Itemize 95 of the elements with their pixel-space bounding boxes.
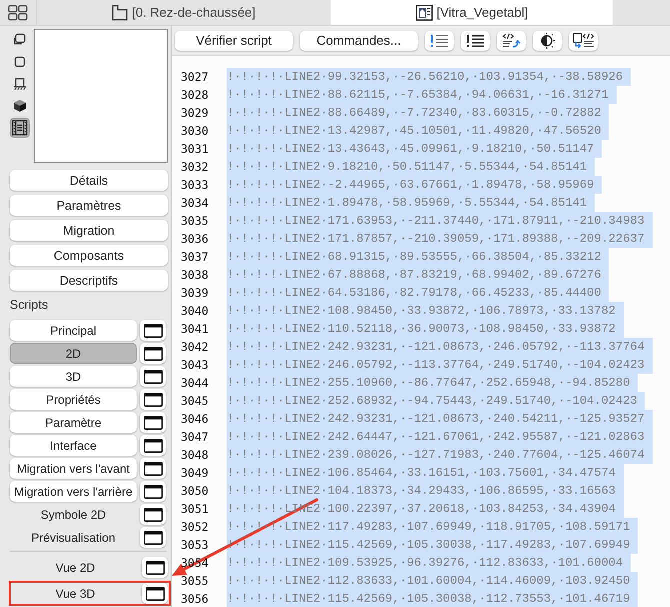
window-icon [144,462,162,476]
script-button[interactable]: 2D [10,343,137,364]
section-button[interactable]: Paramètres [10,195,168,216]
tab[interactable]: [0. Rez-de-chaussée] [37,0,331,25]
cube-icon [13,99,27,113]
open-window-button[interactable] [140,435,166,456]
script-button[interactable]: Interface [10,435,137,456]
line-number: 3029 [180,105,210,122]
uncomment-button[interactable] [461,30,490,50]
window-icon [144,508,162,522]
line-number: 3038 [180,267,210,284]
line-number: 3051 [180,501,210,518]
line-number: 3042 [180,339,210,356]
open-window-button[interactable] [140,366,166,387]
code-insert-icon [572,32,594,48]
section-button[interactable]: Composants [10,245,168,266]
window-icon [144,324,162,338]
open-window-button[interactable] [142,583,168,604]
script-button[interactable]: Principal [10,320,137,341]
script-button[interactable]: Propriétés [10,389,137,410]
window-icon [144,370,162,384]
open-window-button[interactable] [140,343,166,364]
script-button[interactable]: Migration vers l'avant [10,458,137,479]
format-code-button[interactable] [497,30,526,50]
line-number: 3053 [180,537,210,554]
code-editor[interactable] [172,56,670,607]
line-number: 3036 [180,231,210,248]
window-icon [144,416,162,430]
line-number: 3034 [180,195,210,212]
open-window-button[interactable] [140,389,166,410]
script-button[interactable]: Prévisualisation [10,527,137,548]
tab[interactable]: [Vitra_Vegetabl] [331,0,613,25]
framed-house-icon [416,4,433,20]
line-number: 3039 [180,285,210,302]
insert-code-button[interactable] [569,30,598,50]
open-window-button[interactable] [140,527,166,548]
line-number: 3030 [180,123,210,140]
line-number: 3033 [180,177,210,194]
script-button[interactable]: 3D [10,366,137,387]
line-number: 3041 [180,321,210,338]
open-window-button[interactable] [140,481,166,502]
window-icon [144,392,162,406]
line-number: 3055 [180,573,210,590]
window-icon [146,560,164,574]
window-icon [144,530,162,544]
open-window-button[interactable] [140,320,166,341]
open-window-button[interactable] [140,458,166,479]
line-number: 3056 [180,591,210,607]
line-number: 3028 [180,87,210,104]
script-button[interactable]: Migration vers l'arrière [10,481,137,502]
view-mode-button[interactable] [10,118,30,138]
script-button[interactable]: Paramètre [10,412,137,433]
line-number: 3050 [180,483,210,500]
line-number: 3031 [180,141,210,158]
line-number: 3049 [180,465,210,482]
line-number: 3040 [180,303,210,320]
exclamation-list-icon [466,34,485,48]
floor-plan-icon [112,4,128,20]
line-number: 3047 [180,429,210,446]
script-button[interactable]: Vue 3D [12,583,139,604]
line-number: 3032 [180,159,210,176]
contrast-button[interactable] [533,30,562,50]
open-window-button[interactable] [140,412,166,433]
window-icon [144,346,162,360]
line-number: 3035 [180,213,210,230]
section-button[interactable]: Descriptifs [10,270,168,291]
window-icon [144,484,162,498]
line-number: 3043 [180,357,210,374]
toolbar-button[interactable]: Vérifier script [175,30,293,50]
film-strip-icon [12,120,28,136]
contrast-icon [538,32,556,50]
line-number: 3044 [180,375,210,392]
hatched-base-icon [13,77,27,91]
script-button[interactable]: Vue 2D [12,557,139,578]
exclamation-list-icon [430,34,449,48]
window-icon [146,586,164,600]
grid-icon [8,4,28,20]
code-format-icon [502,32,521,48]
layered-square-icon [13,33,27,47]
window-icon [144,438,162,452]
line-number: 3037 [180,249,210,266]
section-button[interactable]: Détails [10,170,168,191]
section-button[interactable]: Migration [10,220,168,241]
open-window-button[interactable] [142,557,168,578]
square-icon [13,55,27,69]
toolbar-button[interactable]: Commandes... [300,30,418,50]
comment-button[interactable] [425,30,454,50]
line-number: 3052 [180,519,210,536]
open-window-button[interactable] [140,504,166,525]
line-number: 3046 [180,411,210,428]
line-number: 3045 [180,393,210,410]
scripts-label: Scripts [10,297,50,313]
line-number: 3027 [180,69,210,86]
line-number: 3048 [180,447,210,464]
script-button[interactable]: Symbole 2D [10,504,137,525]
